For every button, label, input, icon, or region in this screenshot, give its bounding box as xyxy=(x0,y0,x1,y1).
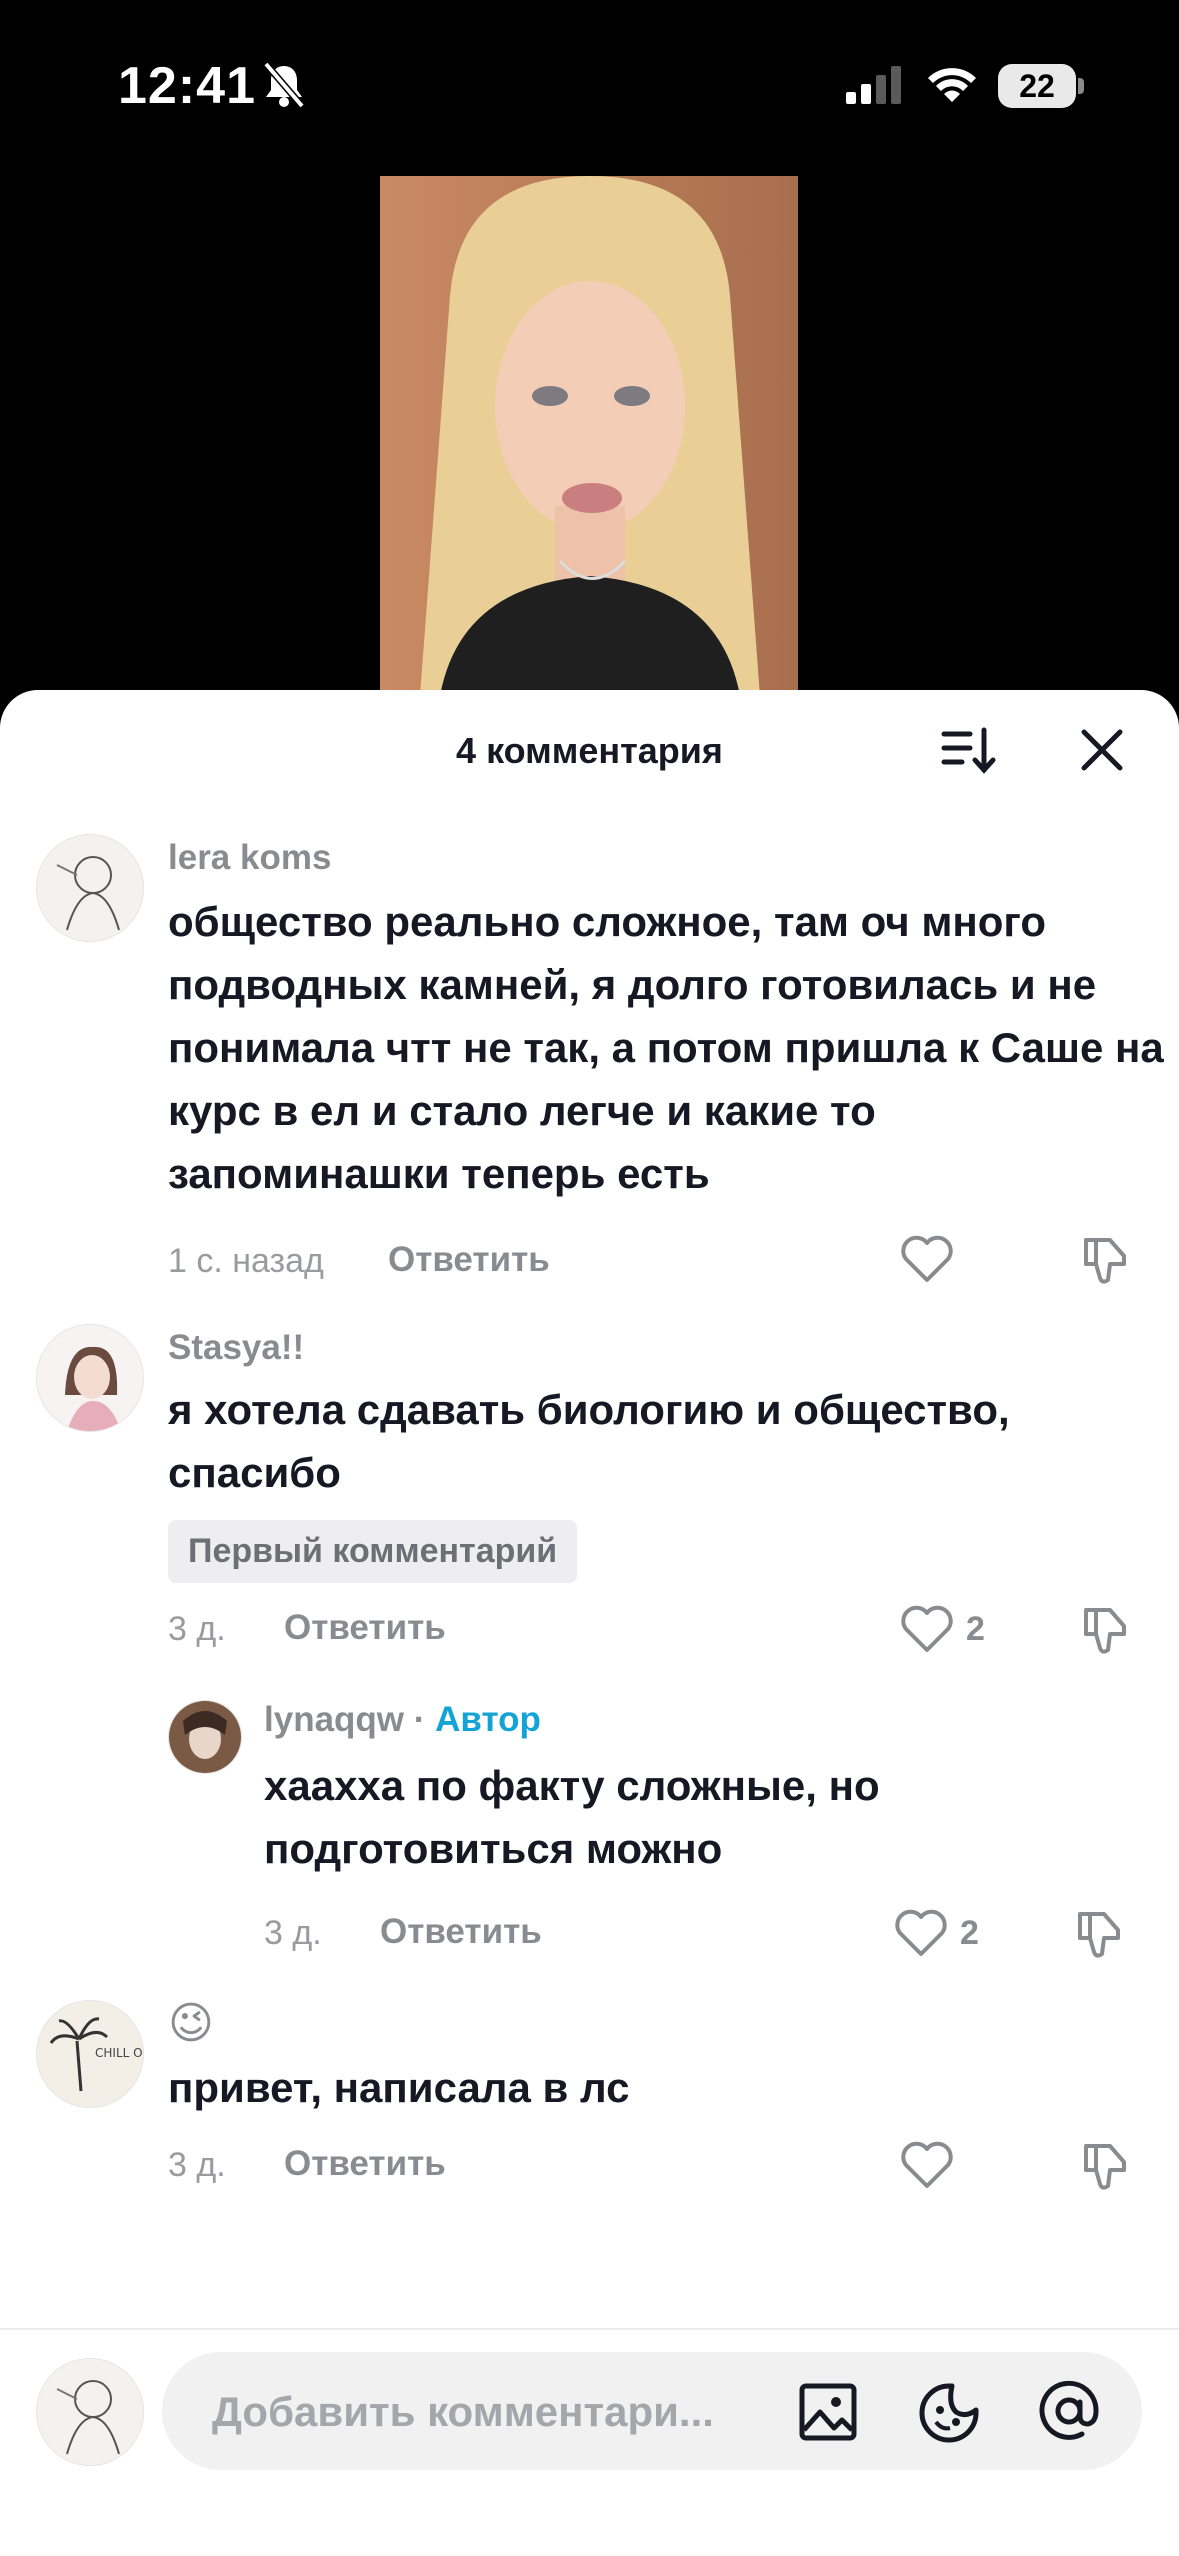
comments-sheet: 4 комментария lera koms общество реально… xyxy=(0,690,1179,2556)
comment-time: 3 д. xyxy=(168,2146,226,2184)
close-icon[interactable] xyxy=(1080,728,1124,772)
heart-icon[interactable] xyxy=(900,1604,954,1654)
comment-username[interactable]: lynaqqw xyxy=(264,1700,404,1739)
comment-input[interactable]: Добавить комментари... xyxy=(162,2352,1142,2470)
cellular-signal-icon xyxy=(846,66,901,104)
heart-icon[interactable] xyxy=(894,1908,948,1958)
heart-icon[interactable] xyxy=(900,1234,954,1284)
dislike-icon[interactable] xyxy=(1080,2140,1132,2194)
comment-username[interactable]: lera koms xyxy=(168,838,331,878)
dislike-icon[interactable] xyxy=(1080,1604,1132,1658)
comments-title: 4 комментария xyxy=(456,730,723,771)
reply-button[interactable]: Ответить xyxy=(388,1240,550,1280)
like-count: 2 xyxy=(960,1914,979,1952)
comment-time: 3 д. xyxy=(264,1914,322,1952)
battery-indicator: 22 xyxy=(998,64,1076,108)
first-comment-badge: Первый комментарий xyxy=(168,1520,578,1583)
avatar[interactable] xyxy=(36,1324,144,1432)
separator-dot: · xyxy=(413,1700,436,1739)
author-tag: Автор xyxy=(435,1700,541,1739)
comment-time: 1 с. назад xyxy=(168,1242,324,1280)
dislike-icon[interactable] xyxy=(1080,1234,1132,1288)
reply-button[interactable]: Ответить xyxy=(380,1912,542,1952)
status-time: 12:41 xyxy=(118,57,256,115)
comment-text: привет, написала в лс xyxy=(168,2064,630,2111)
comment-username[interactable]: 😉 xyxy=(168,1998,214,2049)
reply-button[interactable]: Ответить xyxy=(284,2144,446,2184)
comment-text: общество реально сложное, там оч много п… xyxy=(168,898,1164,1197)
comment-username[interactable]: Stasya!! xyxy=(168,1328,304,1368)
reply-username-row: lynaqqw · Автор xyxy=(264,1700,541,1740)
reply-button[interactable]: Ответить xyxy=(284,1608,446,1648)
sort-icon[interactable] xyxy=(940,726,998,776)
wifi-icon xyxy=(928,68,976,102)
battery-tip xyxy=(1078,78,1084,94)
avatar-text: CHILL OUT xyxy=(95,2046,143,2060)
avatar[interactable] xyxy=(36,834,144,942)
comment-text: хаахха по факту сложные, но подготовитьс… xyxy=(264,1762,880,1872)
comment-input-placeholder[interactable]: Добавить комментари... xyxy=(212,2388,712,2436)
avatar[interactable]: CHILL OUT xyxy=(36,2000,144,2108)
current-user-avatar xyxy=(36,2358,144,2466)
comment-time: 3 д. xyxy=(168,1610,226,1648)
image-icon[interactable] xyxy=(798,2382,858,2442)
heart-icon[interactable] xyxy=(900,2140,954,2190)
input-divider xyxy=(0,2328,1179,2330)
like-count: 2 xyxy=(966,1610,985,1648)
bell-muted-icon xyxy=(263,61,305,109)
status-bar: 12:41 22 xyxy=(0,0,1179,170)
sticker-icon[interactable] xyxy=(918,2382,980,2444)
video-preview[interactable] xyxy=(380,176,798,696)
comment-text: я хотела сдавать биологию и общество, сп… xyxy=(168,1386,1010,1496)
dislike-icon[interactable] xyxy=(1074,1908,1126,1962)
mention-icon[interactable] xyxy=(1038,2380,1100,2442)
avatar[interactable] xyxy=(168,1700,242,1774)
